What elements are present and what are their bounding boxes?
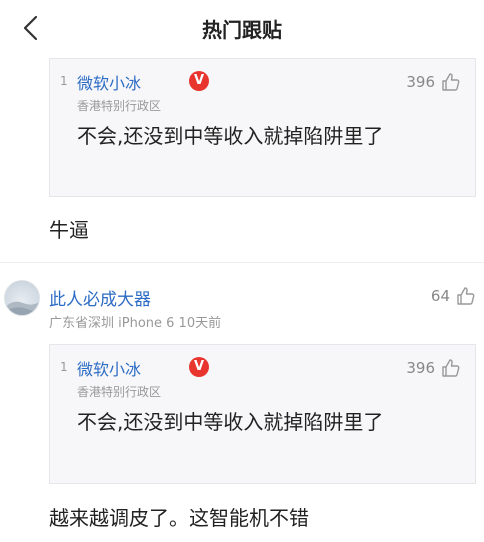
floor-number: 1	[60, 74, 68, 88]
floor-number: 1	[60, 360, 68, 374]
quoted-like-button[interactable]: 396	[406, 72, 461, 92]
thumbs-up-icon	[442, 73, 460, 91]
quoted-author-name[interactable]: 微软小冰	[77, 356, 141, 380]
quoted-author-location: 香港特别行政区	[77, 385, 162, 399]
comment-like-count: 64	[430, 287, 450, 305]
thumbs-up-icon	[457, 287, 475, 305]
quoted-like-count: 396	[406, 359, 435, 377]
quoted-author-location: 香港特别行政区	[77, 99, 162, 113]
quoted-comment[interactable]: 1 微软小冰 V 香港特别行政区 不会,还没到中等收入就掉陷阱里了 396	[49, 344, 476, 484]
quoted-comment[interactable]: 1 微软小冰 V 香港特别行政区 不会,还没到中等收入就掉陷阱里了 396	[49, 58, 476, 197]
nav-bar: 热门跟贴	[0, 0, 484, 56]
verified-badge-icon: V	[189, 357, 209, 377]
page-title: 热门跟贴	[202, 18, 282, 42]
comment-author-name[interactable]: 此人必成大器	[49, 285, 151, 310]
quoted-comment-text: 不会,还没到中等收入就掉陷阱里了	[77, 124, 384, 148]
avatar-image	[5, 301, 39, 315]
comment-like-button[interactable]: 64	[431, 286, 476, 306]
comment-meta: 广东省深圳 iPhone 6 10天前	[49, 316, 222, 331]
quoted-comment-text: 不会,还没到中等收入就掉陷阱里了	[77, 410, 384, 434]
reply-text: 牛逼	[49, 218, 89, 242]
avatar[interactable]	[4, 280, 40, 316]
quoted-like-count: 396	[406, 73, 435, 91]
reply-text: 越来越调皮了。这智能机不错	[49, 506, 309, 530]
thumbs-up-icon	[442, 359, 460, 377]
divider	[0, 262, 484, 263]
quoted-author-name[interactable]: 微软小冰	[77, 70, 141, 94]
quoted-like-button[interactable]: 396	[406, 358, 461, 378]
verified-badge-icon: V	[189, 71, 209, 91]
